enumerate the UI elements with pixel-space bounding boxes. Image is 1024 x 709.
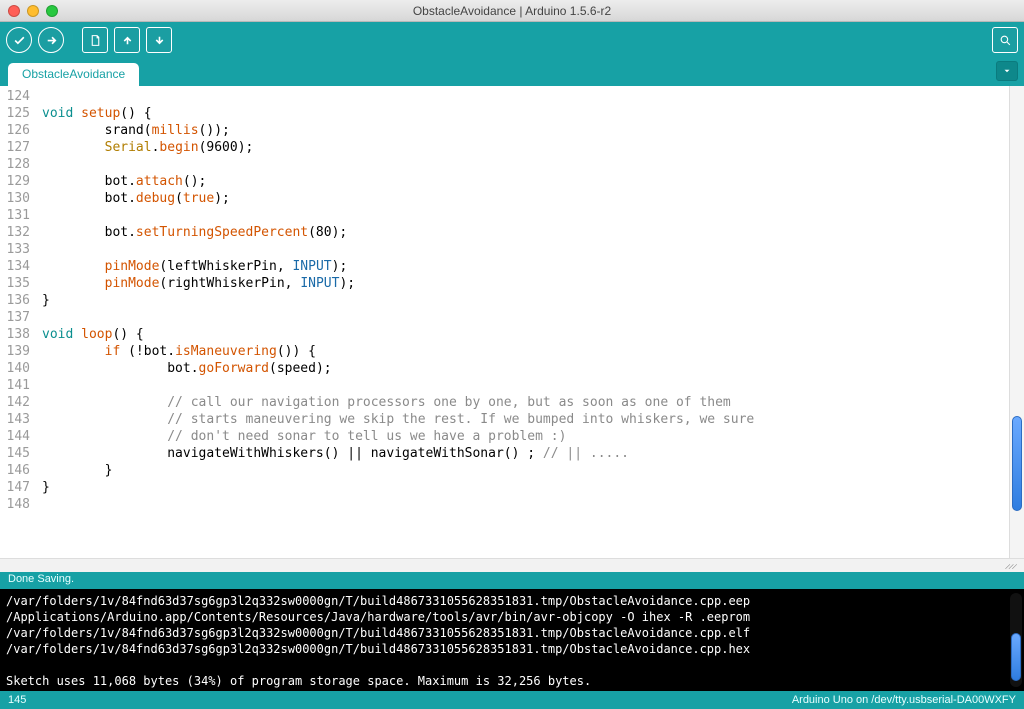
- console-vscrollbar[interactable]: [1010, 593, 1022, 687]
- check-icon: [13, 34, 26, 47]
- file-icon: [89, 34, 102, 47]
- tab-sketch[interactable]: ObstacleAvoidance: [8, 63, 139, 86]
- arrow-up-icon: [121, 34, 134, 47]
- upload-button[interactable]: [38, 27, 64, 53]
- window-title: ObstacleAvoidance | Arduino 1.5.6-r2: [0, 4, 1024, 18]
- cursor-line: 145: [8, 694, 26, 706]
- open-button[interactable]: [114, 27, 140, 53]
- editor-vscrollbar[interactable]: [1009, 86, 1024, 558]
- new-button[interactable]: [82, 27, 108, 53]
- serial-monitor-button[interactable]: [992, 27, 1018, 53]
- code-area[interactable]: void setup() { srand(millis()); Serial.b…: [36, 86, 1009, 558]
- status-bar: Done Saving.: [0, 572, 1024, 589]
- toolbar: [0, 22, 1024, 58]
- verify-button[interactable]: [6, 27, 32, 53]
- scrollbar-thumb[interactable]: [1011, 633, 1021, 681]
- app-window: ObstacleAvoidance | Arduino 1.5.6-r2 Obs…: [0, 0, 1024, 709]
- editor[interactable]: 1241251261271281291301311321331341351361…: [0, 86, 1024, 558]
- arrow-right-icon: [45, 34, 58, 47]
- zoom-button[interactable]: [46, 5, 58, 17]
- console-output: /var/folders/1v/84fnd63d37sg6gp3l2q332sw…: [6, 593, 1018, 689]
- close-button[interactable]: [8, 5, 20, 17]
- scrollbar-thumb[interactable]: [1012, 416, 1022, 511]
- console[interactable]: /var/folders/1v/84fnd63d37sg6gp3l2q332sw…: [0, 589, 1024, 691]
- tab-bar: ObstacleAvoidance: [0, 58, 1024, 86]
- line-gutter: 1241251261271281291301311321331341351361…: [0, 86, 36, 558]
- editor-hscrollbar[interactable]: [0, 558, 1024, 572]
- chevron-down-icon: [1002, 66, 1012, 76]
- footer: 145 Arduino Uno on /dev/tty.usbserial-DA…: [0, 691, 1024, 709]
- tab-menu-button[interactable]: [996, 61, 1018, 81]
- arrow-down-icon: [153, 34, 166, 47]
- save-button[interactable]: [146, 27, 172, 53]
- traffic-lights: [8, 5, 58, 17]
- search-icon: [999, 34, 1012, 47]
- minimize-button[interactable]: [27, 5, 39, 17]
- titlebar: ObstacleAvoidance | Arduino 1.5.6-r2: [0, 0, 1024, 22]
- board-port: Arduino Uno on /dev/tty.usbserial-DA00WX…: [792, 694, 1016, 706]
- resize-grip-icon[interactable]: [1000, 561, 1020, 571]
